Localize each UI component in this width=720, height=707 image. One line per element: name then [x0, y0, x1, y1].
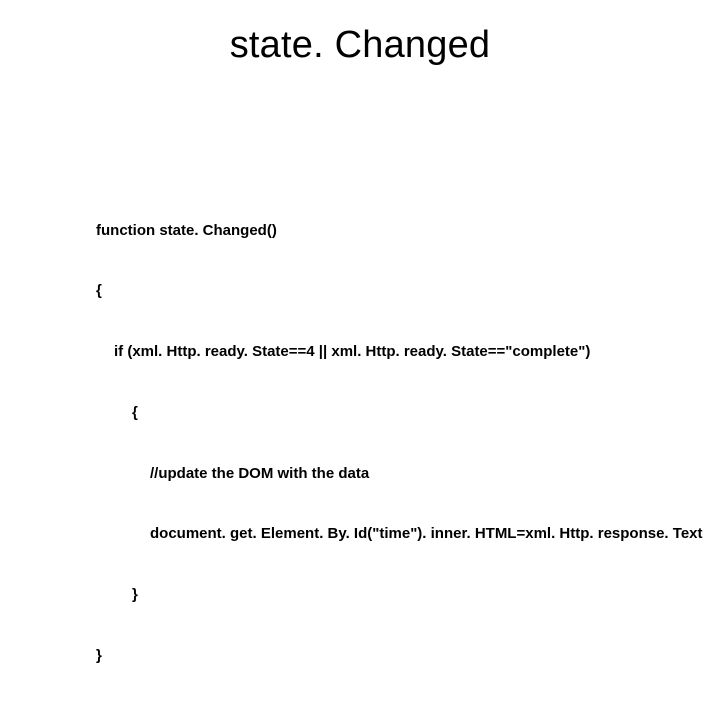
code-line: }	[96, 646, 680, 666]
code-line: }	[96, 585, 680, 605]
code-block: function state. Changed() { if (xml. Htt…	[96, 180, 680, 707]
slide: state. Changed function state. Changed()…	[0, 0, 720, 540]
code-line: //update the DOM with the data	[96, 464, 680, 484]
code-line: document. get. Element. By. Id("time"). …	[96, 524, 680, 544]
code-line: {	[96, 281, 680, 301]
code-line: function state. Changed()	[96, 221, 680, 241]
slide-title: state. Changed	[0, 24, 720, 67]
code-line: if (xml. Http. ready. State==4 || xml. H…	[96, 342, 680, 362]
code-line: {	[96, 403, 680, 423]
